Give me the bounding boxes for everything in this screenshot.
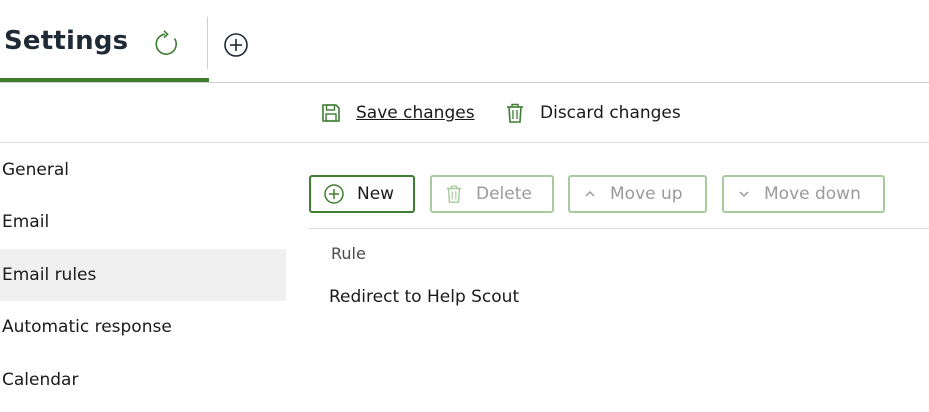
save-changes-button[interactable]: Save changes xyxy=(320,100,475,126)
nav-item-automatic-response[interactable]: Automatic response xyxy=(0,301,286,353)
nav-item-calendar[interactable]: Calendar xyxy=(0,354,286,406)
chevron-up-icon xyxy=(585,190,595,197)
refresh-icon xyxy=(155,30,177,55)
refresh-button[interactable] xyxy=(152,29,182,59)
move-down-button[interactable]: Move down xyxy=(722,175,885,213)
move-up-label: Move up xyxy=(610,184,683,204)
page-title: Settings xyxy=(4,26,129,56)
settings-header: Settings xyxy=(0,0,929,82)
save-changes-label: Save changes xyxy=(356,103,475,123)
new-rule-label: New xyxy=(357,184,395,204)
header-divider xyxy=(207,17,208,69)
rules-list-divider xyxy=(309,228,929,229)
move-up-button[interactable]: Move up xyxy=(568,175,707,213)
delete-rule-label: Delete xyxy=(476,184,532,204)
new-rule-button[interactable]: New xyxy=(309,175,415,213)
move-down-label: Move down xyxy=(764,184,861,204)
trash-icon xyxy=(507,103,523,123)
rule-row[interactable]: Redirect to Help Scout xyxy=(329,287,519,307)
nav-item-email-rules[interactable]: Email rules xyxy=(0,249,286,301)
toolbar-divider xyxy=(0,142,929,143)
rule-column-header: Rule xyxy=(331,244,366,263)
discard-changes-label: Discard changes xyxy=(540,103,681,123)
save-icon xyxy=(322,104,340,122)
delete-rule-button[interactable]: Delete xyxy=(430,175,554,213)
trash-icon xyxy=(446,185,462,203)
nav-item-general[interactable]: General xyxy=(0,144,286,196)
add-circle-icon xyxy=(224,33,248,57)
nav-item-email[interactable]: Email xyxy=(0,196,286,248)
settings-toolbar: Save changes Discard changes xyxy=(0,83,929,142)
chevron-down-icon xyxy=(739,191,749,198)
discard-changes-button[interactable]: Discard changes xyxy=(504,100,681,126)
add-tab-button[interactable] xyxy=(221,30,251,60)
plus-circle-icon xyxy=(324,184,344,204)
